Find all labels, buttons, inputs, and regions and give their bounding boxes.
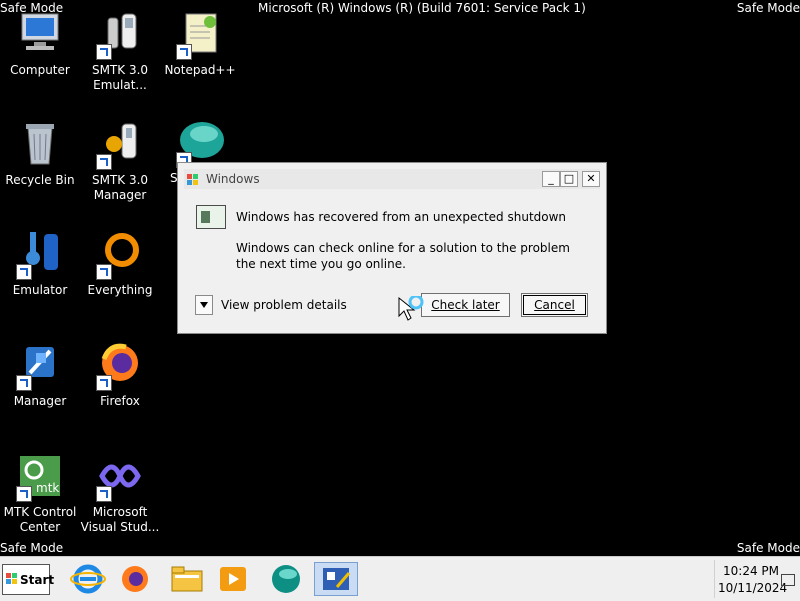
safe-mode-label-top-right: Safe Mode [736,1,800,15]
notepad-plus-plus-icon [176,10,224,60]
desktop-icon-manager[interactable]: Manager [0,341,80,409]
system-tray[interactable]: 10:24 PM 10/11/2024 [714,560,799,598]
shortcut-arrow-icon [96,375,112,391]
dialog-title-bar[interactable]: Windows _ □ ✕ [184,169,600,189]
shortcut-arrow-icon [16,375,32,391]
dialog-main-message: Windows has recovered from an unexpected… [236,210,567,224]
desktop-icon-mtk-control-center[interactable]: mtk MTK Control Center [0,452,80,535]
safe-mode-label-bottom-left: Safe Mode [0,541,64,555]
shortcut-arrow-icon [16,264,32,280]
problem-report-icon [196,205,226,229]
firefox-icon [96,341,144,391]
firefox-taskbar-icon[interactable] [117,562,153,596]
desktop-icon-computer[interactable]: Computer [0,10,80,78]
desktop-icon-label: SMTK 3.0 Emulat... [91,63,149,92]
desktop-icon-firefox[interactable]: Firefox [80,341,160,409]
desktop-icon-smtk-emulator[interactable]: SMTK 3.0 Emulat... [80,10,160,93]
desktop-icon-notepad-plus-plus[interactable]: Notepad++ [160,10,240,78]
shortcut-arrow-icon [16,486,32,502]
busy-cursor-icon [397,294,427,326]
expand-details-button[interactable] [195,295,213,315]
desktop-icon-label: Manager [13,394,67,408]
desktop-icon-label: Emulator [12,283,68,297]
dialog-title: Windows [206,172,260,186]
start-button[interactable]: Start [2,564,54,595]
desktop-icon-visual-studio[interactable]: Microsoft Visual Stud... [80,452,160,535]
shortcut-arrow-icon [176,44,192,60]
windows-logo-icon [6,573,18,585]
windows-flag-icon [186,172,200,186]
edge-icon[interactable] [268,562,304,596]
svg-text:mtk: mtk [36,481,59,495]
check-later-label: Check later [431,298,500,312]
minimize-button[interactable]: _ [542,171,560,187]
desktop-icon-label: Firefox [100,394,140,408]
emulator-icon [16,230,64,280]
desktop-icon-smtk-manager[interactable]: SMTK 3.0 Manager [80,120,160,203]
desktop-icon-label: Everything [87,283,153,297]
desktop-icon-emulator[interactable]: Emulator [0,230,80,298]
desktop-icon-label: MTK Control Center [3,505,77,534]
desktop-icon-label: Recycle Bin [5,173,75,187]
cancel-label: Cancel [534,298,575,312]
desktop-icon-label: SMTK 3.0 Manager [91,173,149,202]
shortcut-arrow-icon [96,264,112,280]
partially-hidden-app-icon [176,118,224,168]
mtk-control-center-icon: mtk [16,452,64,502]
smtk-manager-icon [96,120,144,170]
view-problem-details-link[interactable]: View problem details [221,298,347,312]
desktop-icon-label: Microsoft Visual Stud... [80,505,160,534]
recycle-bin-icon [16,120,64,168]
clock-date: 10/11/2024 [718,581,788,595]
maximize-button[interactable]: □ [560,171,578,187]
manager-icon [16,341,64,391]
shortcut-arrow-icon [96,44,112,60]
desktop-icon-recycle-bin[interactable]: Recycle Bin [0,120,80,188]
smtk-emulator-icon [96,10,144,60]
active-app-icon[interactable] [314,562,358,596]
computer-icon [16,10,64,58]
cancel-button[interactable]: Cancel [521,293,588,317]
taskbar: Start 10:24 PM 10/11/2024 [0,556,800,601]
visual-studio-icon [96,452,144,502]
start-label: Start [20,573,55,587]
shutdown-recovery-dialog: Windows _ □ ✕ Windows has recovered from… [177,162,607,334]
shortcut-arrow-icon [96,486,112,502]
build-info-text: Microsoft (R) Windows (R) (Build 7601: S… [258,1,586,15]
file-explorer-icon[interactable] [169,562,205,596]
safe-mode-label-bottom-right: Safe Mode [736,541,800,555]
desktop-icon-label: Notepad++ [164,63,236,77]
everything-icon [96,230,144,280]
media-player-icon[interactable] [215,562,251,596]
show-desktop-icon[interactable] [781,574,795,586]
desktop-icon-everything[interactable]: Everything [80,230,160,298]
shortcut-arrow-icon [96,154,112,170]
internet-explorer-icon[interactable] [70,562,106,596]
check-later-button[interactable]: Check later [421,293,510,317]
desktop-icon-label: Computer [10,63,70,77]
close-button[interactable]: ✕ [582,171,600,187]
dialog-sub-message: Windows can check online for a solution … [236,241,570,271]
clock-time: 10:24 PM [723,564,779,578]
